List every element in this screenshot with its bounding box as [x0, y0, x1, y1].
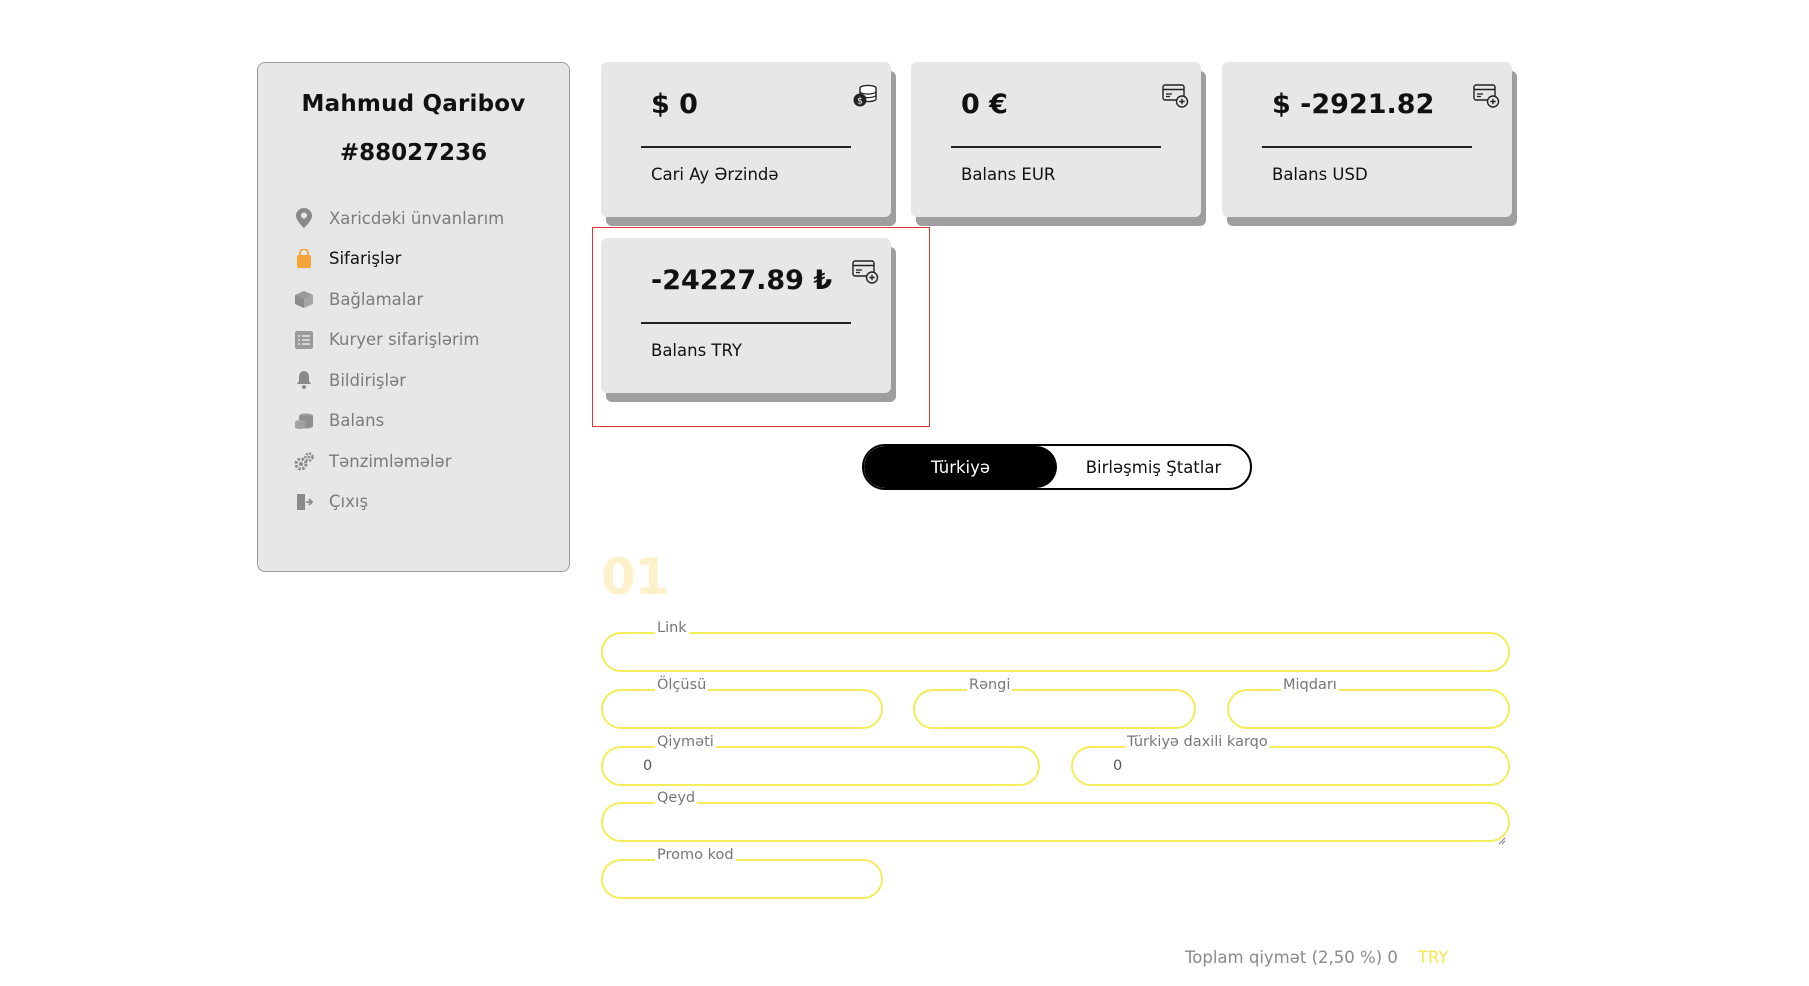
field-label: Türkiyə daxili karqo	[1125, 734, 1270, 750]
promo-code-field[interactable]: Promo kod	[601, 847, 883, 899]
profile-id: #88027236	[339, 140, 488, 166]
svg-text:$: $	[857, 97, 863, 107]
sidebar-item-notifications[interactable]: Bildirişlər	[293, 360, 504, 401]
sidebar-item-addresses[interactable]: Xaricdəki ünvanlarım	[293, 198, 504, 239]
field-label: Link	[655, 620, 689, 636]
field-label: Qiyməti	[655, 734, 716, 750]
link-field[interactable]: Link	[601, 620, 1510, 672]
sidebar-item-label: Bildirişlər	[329, 370, 407, 390]
sidebar-item-courier-orders[interactable]: Kuryer sifarişlərim	[293, 320, 504, 361]
card-divider	[951, 146, 1161, 148]
sidebar-item-label: Bağlamalar	[329, 289, 424, 309]
card-value: 0 €	[961, 89, 1008, 120]
sidebar-item-balance[interactable]: Balans	[293, 401, 504, 442]
quantity-field[interactable]: Miqdarı	[1227, 677, 1510, 729]
color-field[interactable]: Rəngi	[913, 677, 1196, 729]
note-textarea[interactable]: Qeyd	[601, 790, 1510, 845]
country-toggle: Türkiyə Birləşmiş Ştatlar	[862, 444, 1252, 490]
location-pin-icon	[293, 207, 315, 229]
highlight-box	[592, 227, 930, 427]
profile-sidebar: Mahmud Qaribov #88027236 Xaricdəki ünvan…	[257, 62, 570, 572]
sidebar-item-label: Balans	[329, 411, 385, 431]
field-label: Miqdarı	[1281, 677, 1339, 693]
step-number: 01	[601, 548, 670, 606]
add-card-icon[interactable]	[1472, 82, 1500, 110]
balance-card-eur: 0 € Balans EUR	[911, 62, 1201, 217]
sidebar-item-label: Kuryer sifarişlərim	[329, 330, 480, 350]
sidebar-menu: Xaricdəki ünvanlarım Sifarişlər Bağlamal…	[293, 198, 504, 522]
balance-card-usd: $ -2921.82 Balans USD	[1222, 62, 1512, 217]
field-value: 0	[643, 758, 653, 774]
sidebar-item-label: Sifarişlər	[329, 249, 402, 269]
sidebar-item-packages[interactable]: Bağlamalar	[293, 279, 504, 320]
shopping-bag-icon	[293, 248, 315, 270]
resize-grip-icon[interactable]	[1498, 830, 1506, 845]
card-label: Cari Ay Ərzində	[651, 165, 779, 184]
coins-icon	[293, 410, 315, 432]
sidebar-item-logout[interactable]: Çıxış	[293, 482, 504, 523]
bell-icon	[293, 369, 315, 391]
logout-icon	[293, 491, 315, 513]
card-value: $ 0	[651, 89, 698, 120]
sidebar-item-settings[interactable]: Tənzimləmələr	[293, 441, 504, 482]
total-price: Toplam qiymət (2,50 %) 0 TRY	[1185, 948, 1448, 967]
sidebar-item-label: Xaricdəki ünvanlarım	[329, 208, 505, 228]
sidebar-item-label: Tənzimləmələr	[329, 451, 452, 471]
sidebar-item-label: Çıxış	[329, 492, 369, 512]
total-currency: TRY	[1417, 948, 1449, 967]
package-icon	[293, 288, 315, 310]
gears-icon	[293, 450, 315, 472]
coins-stack-icon[interactable]: $	[851, 82, 879, 110]
field-label: Promo kod	[655, 847, 736, 863]
domestic-cargo-field[interactable]: Türkiyə daxili karqo 0	[1071, 734, 1510, 786]
profile-name: Mahmud Qaribov	[301, 91, 526, 117]
field-label: Qeyd	[655, 790, 698, 806]
balance-card-current-month: $ 0 $ Cari Ay Ərzində	[601, 62, 891, 217]
field-label: Rəngi	[967, 677, 1013, 693]
sidebar-item-orders[interactable]: Sifarişlər	[293, 239, 504, 280]
add-card-icon[interactable]	[1161, 82, 1189, 110]
field-value: 0	[1113, 758, 1123, 774]
card-value: $ -2921.82	[1272, 89, 1435, 120]
card-divider	[641, 146, 851, 148]
field-label: Ölçüsü	[655, 677, 709, 693]
toggle-united-states[interactable]: Birləşmiş Ştatlar	[1057, 446, 1250, 488]
card-divider	[1262, 146, 1472, 148]
size-field[interactable]: Ölçüsü	[601, 677, 883, 729]
price-field[interactable]: Qiyməti 0	[601, 734, 1040, 786]
toggle-turkey[interactable]: Türkiyə	[864, 446, 1057, 488]
card-label: Balans USD	[1272, 165, 1368, 184]
checklist-icon	[293, 329, 315, 351]
card-label: Balans EUR	[961, 165, 1056, 184]
total-price-text: Toplam qiymət (2,50 %) 0	[1185, 948, 1398, 967]
